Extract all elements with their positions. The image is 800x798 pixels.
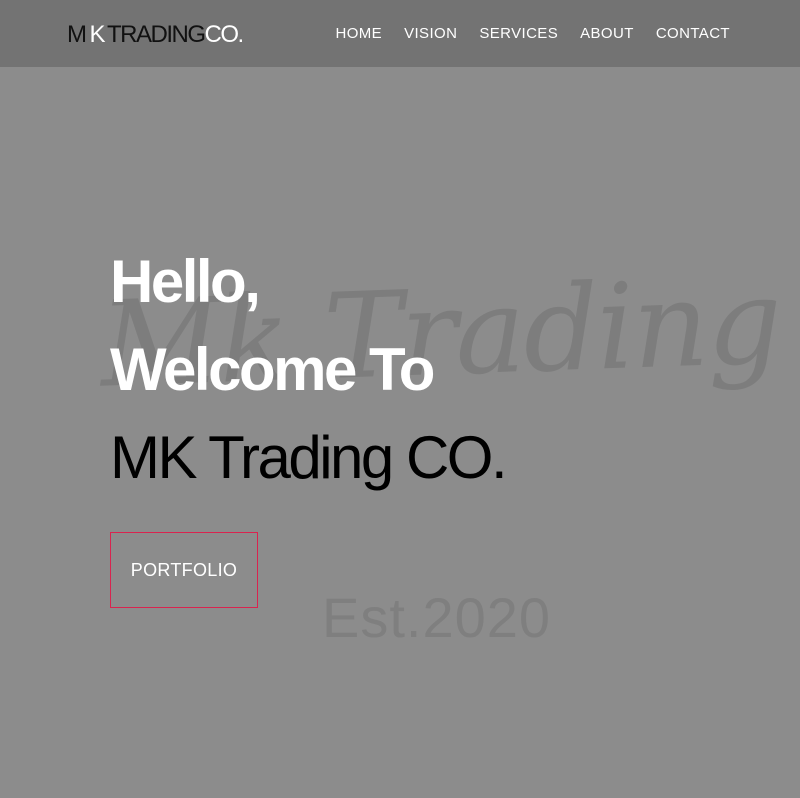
nav-link-about[interactable]: ABOUT xyxy=(580,25,634,42)
brand-word-co: CO. xyxy=(204,21,245,48)
page: M K TRADINGCO. HOME VISION SERVICES ABOUT … xyxy=(0,0,800,798)
nav-item-about: ABOUT xyxy=(580,24,634,44)
nav-link-services[interactable]: SERVICES xyxy=(479,25,558,42)
nav-item-contact: CONTACT xyxy=(656,24,730,44)
brand-logo[interactable]: M K TRADINGCO. xyxy=(67,20,245,50)
brand-word-trading: TRADING xyxy=(107,21,206,48)
nav-link-home[interactable]: HOME xyxy=(335,25,382,42)
hero-welcome: Welcome To xyxy=(110,336,435,403)
nav-item-home: HOME xyxy=(335,24,382,44)
nav-item-services: SERVICES xyxy=(479,24,558,44)
hero-section: Hello, Welcome To MK Trading CO. xyxy=(110,238,508,502)
brand-letter-m: M xyxy=(67,21,87,48)
hero-greeting: Hello, xyxy=(110,248,261,315)
hero-company-name: MK Trading CO. xyxy=(110,424,508,491)
nav-link-vision[interactable]: VISION xyxy=(404,25,457,42)
watermark-established-year: Est.2020 xyxy=(322,586,552,649)
main-nav: HOME VISION SERVICES ABOUT CONTACT xyxy=(335,24,730,44)
brand-letter-k: K xyxy=(89,21,106,48)
portfolio-button[interactable]: PORTFOLIO xyxy=(110,532,258,608)
header-navbar: M K TRADINGCO. HOME VISION SERVICES ABOUT … xyxy=(0,0,800,67)
nav-item-vision: VISION xyxy=(404,24,457,44)
nav-link-contact[interactable]: CONTACT xyxy=(656,25,730,42)
